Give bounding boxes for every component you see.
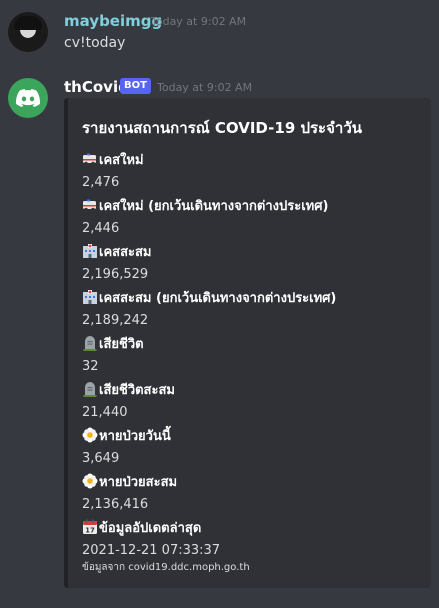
- field-name: เสียชีวิตสะสม: [99, 383, 175, 398]
- headstone-icon: [83, 382, 97, 397]
- embed-field: หายป่วยวันนี้ 3,649: [82, 426, 419, 472]
- field-name: เคสใหม่ (ยกเว้นเดินทางจากต่างประเทศ): [99, 199, 329, 214]
- field-name: เคสสะสม: [99, 245, 152, 260]
- field-value: 2,476: [82, 175, 120, 190]
- flower-icon: [82, 473, 98, 489]
- timestamp[interactable]: Today at 9:02 AM: [151, 15, 246, 28]
- flower-icon: [82, 427, 98, 443]
- embed-field: 17 ข้อมูลอัปเดตล่าสุด 2021-12-21 07:33:3…: [82, 518, 419, 564]
- embed-field: เคสสะสม (ยกเว้นเดินทางจากต่างประเทศ) 2,1…: [82, 288, 419, 334]
- bot-badge: BOT: [120, 78, 151, 94]
- hospital-icon: [83, 290, 97, 304]
- field-name: หายป่วยวันนี้: [99, 429, 171, 444]
- field-name: เคสใหม่: [99, 153, 144, 168]
- embed-field: เคสใหม่ (ยกเว้นเดินทางจากต่างประเทศ) 2,4…: [82, 196, 419, 242]
- avatar-hair: [14, 16, 42, 30]
- ambulance-icon: [83, 199, 96, 212]
- embed-field: เสียชีวิต 32: [82, 334, 419, 380]
- field-value: 21,440: [82, 405, 128, 420]
- field-name: เสียชีวิต: [99, 337, 144, 352]
- embed-field: หายป่วยสะสม 2,136,416: [82, 472, 419, 518]
- hospital-icon: [83, 244, 97, 258]
- headstone-icon: [83, 336, 97, 351]
- embed-footer: ข้อมูลจาก covid19.ddc.moph.go.th: [82, 562, 250, 573]
- calendar-icon: 17: [83, 519, 97, 535]
- field-value: 2,136,416: [82, 497, 149, 512]
- embed-field: เสียชีวิตสะสม 21,440: [82, 380, 419, 426]
- field-name: หายป่วยสะสม: [99, 475, 178, 490]
- field-value: 2021-12-21 07:33:37: [82, 543, 221, 558]
- field-name: ข้อมูลอัปเดตล่าสุด: [99, 521, 202, 536]
- discord-logo-icon: [16, 89, 40, 107]
- field-value: 32: [82, 359, 99, 374]
- message-content: cv!today: [64, 35, 126, 51]
- bot-avatar[interactable]: [8, 78, 48, 118]
- field-name: เคสสะสม (ยกเว้นเดินทางจากต่างประเทศ): [99, 291, 337, 306]
- field-value: 2,189,242: [82, 313, 149, 328]
- timestamp[interactable]: Today at 9:02 AM: [157, 81, 252, 94]
- embed-field: เคสใหม่ 2,476: [82, 150, 419, 196]
- field-value: 2,446: [82, 221, 120, 236]
- svg-text:17: 17: [85, 527, 95, 535]
- user-avatar[interactable]: [8, 12, 48, 52]
- field-value: 2,196,529: [82, 267, 149, 282]
- field-value: 3,649: [82, 451, 120, 466]
- ambulance-icon: [83, 153, 96, 166]
- embed-field: เคสสะสม 2,196,529: [82, 242, 419, 288]
- embed-title: รายงานสถานการณ์ COVID-19 ประจำวัน: [82, 119, 363, 137]
- covid-embed: รายงานสถานการณ์ COVID-19 ประจำวัน เคสใหม…: [64, 98, 431, 588]
- username[interactable]: maybeimgg: [64, 12, 162, 30]
